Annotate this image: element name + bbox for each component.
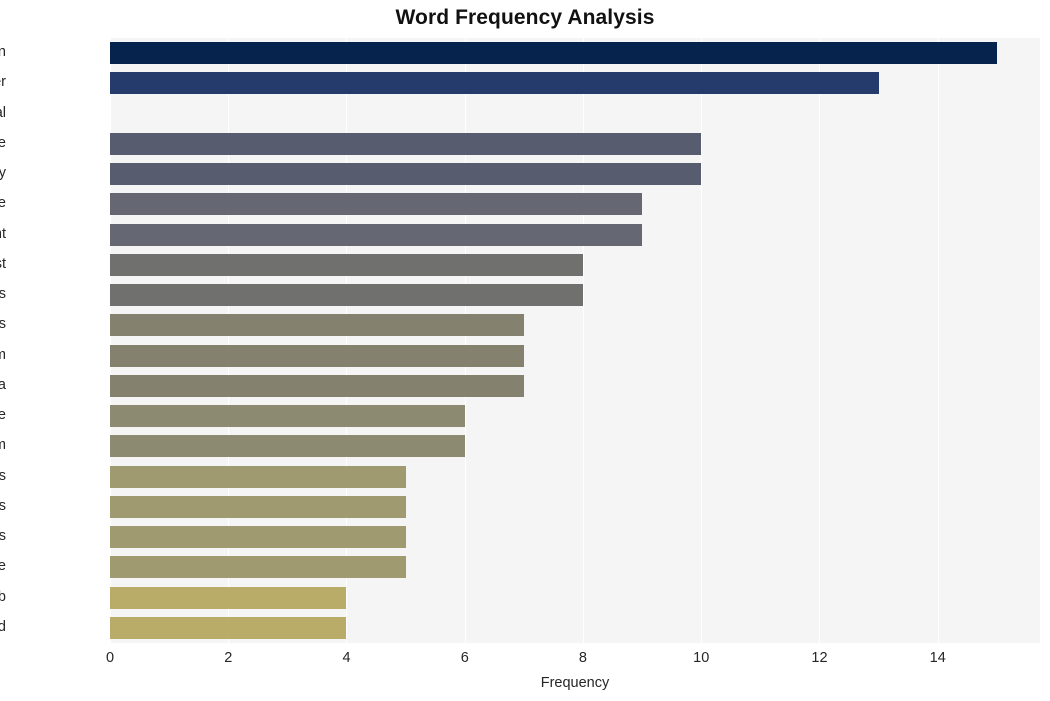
plot-area bbox=[110, 38, 1040, 643]
bar bbox=[110, 435, 465, 458]
page-title: Word Frequency Analysis bbox=[395, 6, 655, 29]
y-tick-label: skills bbox=[0, 497, 6, 514]
y-tick-label: certification bbox=[0, 44, 6, 61]
y-tick-label: take bbox=[0, 407, 6, 424]
x-tick-label: 8 bbox=[578, 650, 587, 666]
y-tick-label: build bbox=[0, 618, 6, 635]
bar bbox=[110, 586, 347, 609]
gridline-x-0 bbox=[110, 38, 111, 643]
y-tick-label: certifications bbox=[0, 316, 6, 333]
y-tick-label: cost bbox=[0, 255, 6, 272]
bar bbox=[110, 163, 702, 186]
y-tick-label: experience bbox=[0, 195, 6, 212]
bar bbox=[110, 344, 524, 367]
y-tick-label: developer bbox=[0, 74, 6, 91]
x-tick-label: 6 bbox=[460, 650, 469, 666]
gridline-x-6 bbox=[464, 38, 466, 643]
bar bbox=[110, 284, 583, 307]
x-tick-label: 10 bbox=[693, 650, 710, 666]
bar bbox=[110, 616, 347, 639]
y-tick-label: certify bbox=[0, 165, 6, 182]
bar bbox=[110, 42, 997, 65]
bar bbox=[110, 495, 406, 518]
bar bbox=[110, 314, 524, 337]
x-tick-label: 2 bbox=[224, 650, 233, 666]
gridline-x-10 bbox=[701, 38, 703, 643]
y-tick-label: development bbox=[0, 225, 6, 242]
bar bbox=[110, 132, 702, 155]
bar bbox=[110, 374, 524, 397]
gridline-x-8 bbox=[582, 38, 584, 643]
word-frequency-chart: Word Frequency Analysis certification dev… bbox=[0, 0, 1050, 701]
y-tick-label: software bbox=[0, 134, 6, 151]
x-tick-label: 4 bbox=[342, 650, 351, 666]
bar bbox=[110, 223, 643, 246]
gridline-x-2 bbox=[228, 38, 230, 643]
gridline-x-14 bbox=[937, 38, 939, 643]
y-tick-label: exam bbox=[0, 348, 6, 363]
gridline-x-4 bbox=[346, 38, 348, 643]
x-tick-label: 14 bbox=[929, 650, 946, 666]
x-axis-label: Frequency bbox=[540, 675, 610, 691]
y-tick-label: years bbox=[0, 528, 6, 545]
y-tick-label: job bbox=[0, 588, 6, 605]
bar bbox=[110, 405, 465, 428]
bar bbox=[110, 72, 879, 95]
gridline-x-12 bbox=[819, 38, 821, 643]
bar bbox=[110, 526, 406, 549]
y-tick-label: aws bbox=[0, 286, 6, 303]
y-tick-label: platform bbox=[0, 438, 6, 453]
bar bbox=[110, 193, 643, 216]
y-tick-label: professional bbox=[0, 104, 6, 121]
y-tick-label: developers bbox=[0, 467, 6, 484]
bar bbox=[110, 556, 406, 579]
bar bbox=[110, 253, 583, 276]
x-tick-label: 0 bbox=[105, 650, 115, 666]
y-tick-label: azure bbox=[0, 558, 6, 575]
y-tick-label: java bbox=[0, 376, 6, 393]
x-tick-label: 12 bbox=[811, 650, 828, 666]
bar bbox=[110, 465, 406, 488]
bar bbox=[110, 103, 760, 125]
